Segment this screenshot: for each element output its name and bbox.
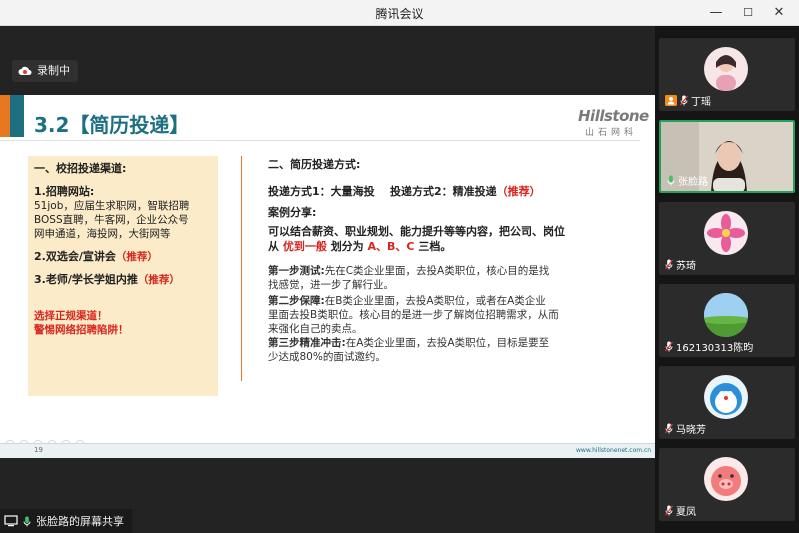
screen-share-icon	[4, 515, 18, 527]
participant-tile[interactable]: 162130313陈昀	[659, 284, 795, 357]
warning-line-1: 选择正规渠道！	[34, 310, 108, 322]
participant-tile[interactable]: 夏凤	[659, 448, 795, 521]
close-button[interactable]: ✕	[768, 3, 790, 23]
host-icon	[665, 95, 677, 106]
screen-share-label[interactable]: 张脸路的屏幕共享	[0, 509, 132, 533]
avatar	[704, 211, 748, 255]
mic-muted-icon	[680, 95, 688, 106]
recording-label: 录制中	[37, 64, 70, 77]
minimize-button[interactable]: —	[705, 3, 727, 23]
participant-name: 苏琦	[676, 261, 696, 272]
slide-divider	[0, 140, 640, 141]
avatar	[704, 375, 748, 419]
slide-accent-bar	[0, 95, 26, 137]
mic-icon	[667, 175, 675, 186]
maximize-button[interactable]: ☐	[737, 3, 759, 23]
footer-url: www.hillstonenet.com.cn	[576, 447, 652, 454]
slide-footer: 19 www.hillstonenet.com.cn	[0, 443, 655, 458]
participant-tile[interactable]: 马晓芳	[659, 366, 795, 439]
participant-sidebar: 丁瑶 张脸路 苏琦 162130313陈昀 马晓芳 夏凤	[655, 26, 799, 533]
channels-heading: 一、校招投递渠道:	[34, 162, 127, 175]
window-title: 腾讯会议	[375, 7, 424, 21]
presentation-slide: 3.2【简历投递】 Hillstone 山石网科 一、校招投递渠道: 1.招聘网…	[0, 95, 655, 458]
mic-muted-icon	[665, 423, 673, 434]
participant-tile-active[interactable]: 张脸路	[659, 120, 795, 193]
mic-muted-icon	[665, 505, 673, 516]
avatar	[704, 457, 748, 501]
channels-box: 一、校招投递渠道: 1.招聘网站: 51job，应届生求职网，智联招聘 BOSS…	[28, 156, 218, 396]
meeting-window: 腾讯会议 — ☐ ✕ 录制中 3.2【简历投递】 Hillstone 山石网科 …	[0, 0, 799, 533]
participant-name: 夏凤	[676, 507, 696, 518]
company-logo: Hillstone 山石网科	[578, 107, 649, 138]
cloud-record-icon	[18, 66, 32, 75]
slide-title: 3.2【简历投递】	[34, 113, 190, 137]
methods-heading: 二、简历投递方式:	[268, 158, 361, 171]
mic-icon	[23, 516, 31, 526]
participant-name: 丁瑶	[691, 97, 711, 108]
mic-muted-icon	[665, 259, 673, 270]
participant-name: 162130313陈昀	[676, 343, 754, 354]
page-number: 19	[34, 446, 43, 454]
mic-muted-icon	[665, 341, 673, 352]
share-label: 张脸路的屏幕共享	[36, 515, 124, 528]
avatar	[704, 293, 748, 337]
methods-section: 二、简历投递方式: 投递方式1：大量海投 投递方式2：精准投递（推荐） 案例分享…	[268, 157, 613, 364]
avatar	[704, 47, 748, 91]
participant-tile[interactable]: 苏琦	[659, 202, 795, 275]
participant-tile[interactable]: 丁瑶	[659, 38, 795, 111]
title-bar: 腾讯会议 — ☐ ✕	[0, 0, 799, 26]
warning-line-2: 警惕网络招聘陷阱！	[34, 324, 129, 336]
recording-indicator[interactable]: 录制中	[12, 60, 78, 82]
participant-name: 张脸路	[678, 177, 708, 188]
vertical-divider	[241, 156, 242, 381]
participant-name: 马晓芳	[676, 425, 706, 436]
